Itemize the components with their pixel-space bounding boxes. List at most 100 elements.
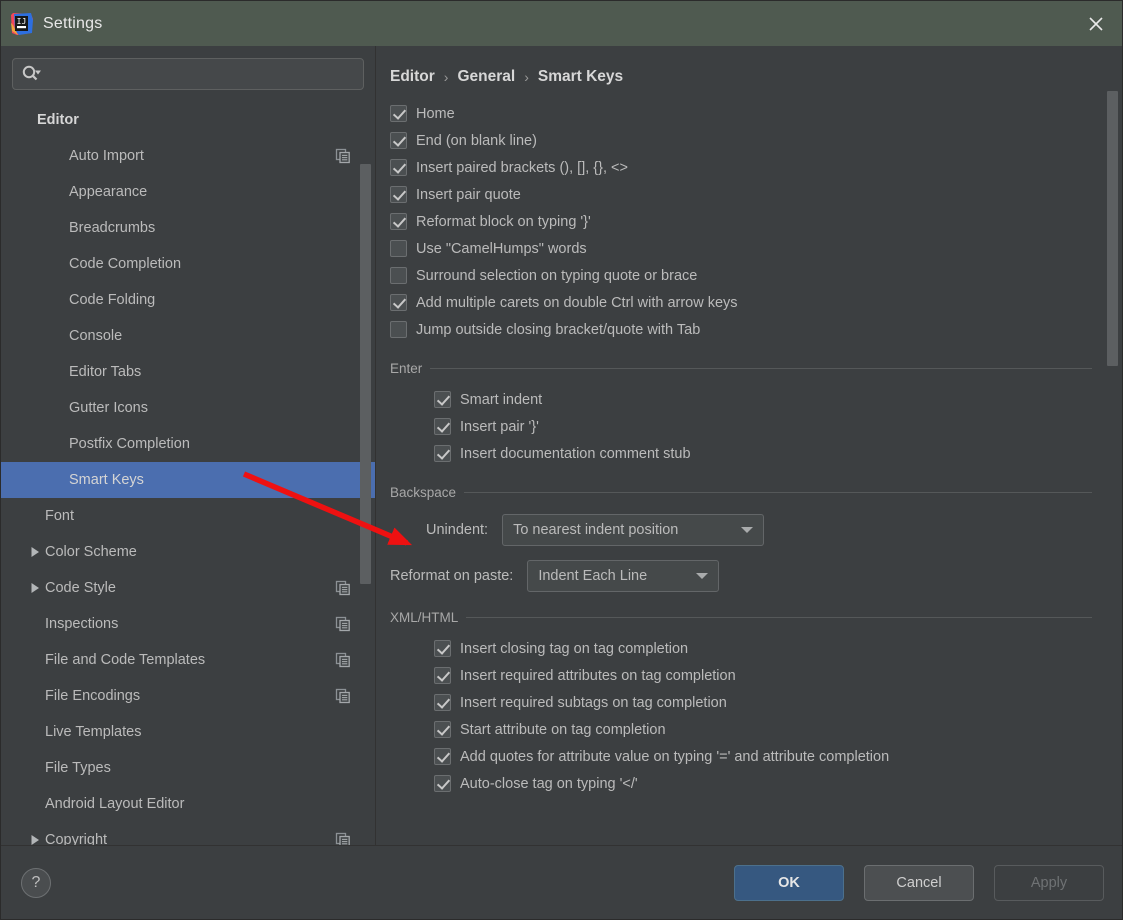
checkbox-row[interactable]: Insert closing tag on tag completion bbox=[434, 635, 1092, 662]
sidebar-item-file-encodings[interactable]: File Encodings bbox=[1, 678, 375, 714]
sidebar-item-code-folding[interactable]: Code Folding bbox=[1, 282, 375, 318]
checkbox-row[interactable]: Use "CamelHumps" words bbox=[390, 235, 1092, 262]
sidebar-item-editor-tabs[interactable]: Editor Tabs bbox=[1, 354, 375, 390]
checkbox-row[interactable]: Auto-close tag on typing '</' bbox=[434, 770, 1092, 797]
checkbox-checked-icon[interactable] bbox=[390, 159, 407, 176]
chevron-right-icon[interactable] bbox=[27, 832, 43, 845]
checkbox-row[interactable]: Reformat block on typing '}' bbox=[390, 208, 1092, 235]
breadcrumb-item-smart-keys[interactable]: Smart Keys bbox=[538, 68, 623, 86]
sidebar-item-console[interactable]: Console bbox=[1, 318, 375, 354]
search-input[interactable] bbox=[45, 66, 355, 82]
checkbox-row[interactable]: Insert required attributes on tag comple… bbox=[434, 662, 1092, 689]
checkbox-checked-icon[interactable] bbox=[390, 105, 407, 122]
checkbox-checked-icon[interactable] bbox=[434, 748, 451, 765]
sidebar-scrollbar-thumb[interactable] bbox=[360, 164, 371, 584]
main-scrollbar-thumb[interactable] bbox=[1107, 91, 1118, 366]
checkbox-label: Insert paired brackets (), [], {}, <> bbox=[416, 160, 628, 176]
checkbox-row[interactable]: Surround selection on typing quote or br… bbox=[390, 262, 1092, 289]
checkbox-checked-icon[interactable] bbox=[434, 640, 451, 657]
copy-settings-icon[interactable] bbox=[335, 616, 351, 632]
settings-dialog: IJ Settings bbox=[0, 0, 1123, 920]
sidebar-item-code-style[interactable]: Code Style bbox=[1, 570, 375, 606]
sidebar-item-label: Color Scheme bbox=[45, 544, 351, 560]
checkbox-unchecked-icon[interactable] bbox=[390, 321, 407, 338]
sidebar-item-gutter-icons[interactable]: Gutter Icons bbox=[1, 390, 375, 426]
sidebar-item-auto-import[interactable]: Auto Import bbox=[1, 138, 375, 174]
checkbox-row[interactable]: Home bbox=[390, 100, 1092, 127]
sidebar-item-copyright[interactable]: Copyright bbox=[1, 822, 375, 845]
unindent-dropdown[interactable]: To nearest indent position bbox=[502, 514, 764, 546]
copy-settings-icon[interactable] bbox=[335, 832, 351, 845]
breadcrumb-separator: › bbox=[444, 69, 449, 85]
chevron-right-icon[interactable] bbox=[27, 580, 43, 596]
settings-sidebar: EditorAuto ImportAppearanceBreadcrumbsCo… bbox=[1, 46, 376, 845]
checkbox-checked-icon[interactable] bbox=[434, 721, 451, 738]
copy-settings-icon[interactable] bbox=[335, 580, 351, 596]
enter-options-list: Smart indentInsert pair '}'Insert docume… bbox=[390, 386, 1092, 467]
title-bar: IJ Settings bbox=[1, 1, 1122, 46]
sidebar-item-code-completion[interactable]: Code Completion bbox=[1, 246, 375, 282]
sidebar-item-appearance[interactable]: Appearance bbox=[1, 174, 375, 210]
checkbox-checked-icon[interactable] bbox=[434, 667, 451, 684]
sidebar-item-android-layout-editor[interactable]: Android Layout Editor bbox=[1, 786, 375, 822]
sidebar-item-postfix-completion[interactable]: Postfix Completion bbox=[1, 426, 375, 462]
checkbox-checked-icon[interactable] bbox=[390, 132, 407, 149]
sidebar-item-file-and-code-templates[interactable]: File and Code Templates bbox=[1, 642, 375, 678]
backspace-section-header: Backspace bbox=[390, 485, 1092, 500]
checkbox-unchecked-icon[interactable] bbox=[390, 267, 407, 284]
sidebar-item-live-templates[interactable]: Live Templates bbox=[1, 714, 375, 750]
help-button[interactable]: ? bbox=[21, 868, 51, 898]
sidebar-item-file-types[interactable]: File Types bbox=[1, 750, 375, 786]
checkbox-checked-icon[interactable] bbox=[390, 213, 407, 230]
checkbox-row[interactable]: Insert pair '}' bbox=[434, 413, 1092, 440]
unindent-label: Unindent: bbox=[426, 522, 488, 538]
close-icon[interactable] bbox=[1070, 1, 1122, 46]
checkbox-row[interactable]: End (on blank line) bbox=[390, 127, 1092, 154]
settings-tree: EditorAuto ImportAppearanceBreadcrumbsCo… bbox=[1, 100, 375, 845]
checkbox-checked-icon[interactable] bbox=[390, 294, 407, 311]
breadcrumb-item-general[interactable]: General bbox=[457, 68, 515, 86]
sidebar-item-smart-keys[interactable]: Smart Keys bbox=[1, 462, 375, 498]
sidebar-item-label: Auto Import bbox=[69, 148, 327, 164]
checkbox-label: Insert pair quote bbox=[416, 187, 521, 203]
sidebar-item-label: File Types bbox=[45, 760, 351, 776]
checkbox-label: Reformat block on typing '}' bbox=[416, 214, 591, 230]
checkbox-row[interactable]: Insert paired brackets (), [], {}, <> bbox=[390, 154, 1092, 181]
sidebar-item-inspections[interactable]: Inspections bbox=[1, 606, 375, 642]
checkbox-checked-icon[interactable] bbox=[434, 445, 451, 462]
sidebar-item-font[interactable]: Font bbox=[1, 498, 375, 534]
checkbox-row[interactable]: Jump outside closing bracket/quote with … bbox=[390, 316, 1092, 343]
breadcrumb-item-editor[interactable]: Editor bbox=[390, 68, 435, 86]
reformat-on-paste-dropdown[interactable]: Indent Each Line bbox=[527, 560, 719, 592]
checkbox-row[interactable]: Add multiple carets on double Ctrl with … bbox=[390, 289, 1092, 316]
checkbox-row[interactable]: Add quotes for attribute value on typing… bbox=[434, 743, 1092, 770]
checkbox-checked-icon[interactable] bbox=[390, 186, 407, 203]
search-icon bbox=[21, 64, 43, 85]
checkbox-row[interactable]: Insert required subtags on tag completio… bbox=[434, 689, 1092, 716]
sidebar-item-breadcrumbs[interactable]: Breadcrumbs bbox=[1, 210, 375, 246]
checkbox-checked-icon[interactable] bbox=[434, 391, 451, 408]
checkbox-checked-icon[interactable] bbox=[434, 694, 451, 711]
checkbox-row[interactable]: Insert pair quote bbox=[390, 181, 1092, 208]
checkbox-row[interactable]: Insert documentation comment stub bbox=[434, 440, 1092, 467]
checkbox-unchecked-icon[interactable] bbox=[390, 240, 407, 257]
copy-settings-icon[interactable] bbox=[335, 652, 351, 668]
copy-settings-icon[interactable] bbox=[335, 148, 351, 164]
checkbox-checked-icon[interactable] bbox=[434, 418, 451, 435]
search-box[interactable] bbox=[12, 58, 364, 90]
copy-settings-icon[interactable] bbox=[335, 688, 351, 704]
reformat-on-paste-field-row: Reformat on paste: Indent Each Line bbox=[390, 560, 1092, 592]
section-divider bbox=[464, 492, 1092, 493]
chevron-right-icon[interactable] bbox=[27, 544, 43, 560]
sidebar-item-label: File Encodings bbox=[45, 688, 327, 704]
window-title: Settings bbox=[43, 15, 102, 33]
sidebar-item-color-scheme[interactable]: Color Scheme bbox=[1, 534, 375, 570]
sidebar-item-label: Code Style bbox=[45, 580, 327, 596]
ok-button[interactable]: OK bbox=[734, 865, 844, 901]
checkbox-row[interactable]: Start attribute on tag completion bbox=[434, 716, 1092, 743]
checkbox-row[interactable]: Smart indent bbox=[434, 386, 1092, 413]
checkbox-checked-icon[interactable] bbox=[434, 775, 451, 792]
apply-button[interactable]: Apply bbox=[994, 865, 1104, 901]
cancel-button[interactable]: Cancel bbox=[864, 865, 974, 901]
sidebar-item-editor[interactable]: Editor bbox=[1, 102, 375, 138]
